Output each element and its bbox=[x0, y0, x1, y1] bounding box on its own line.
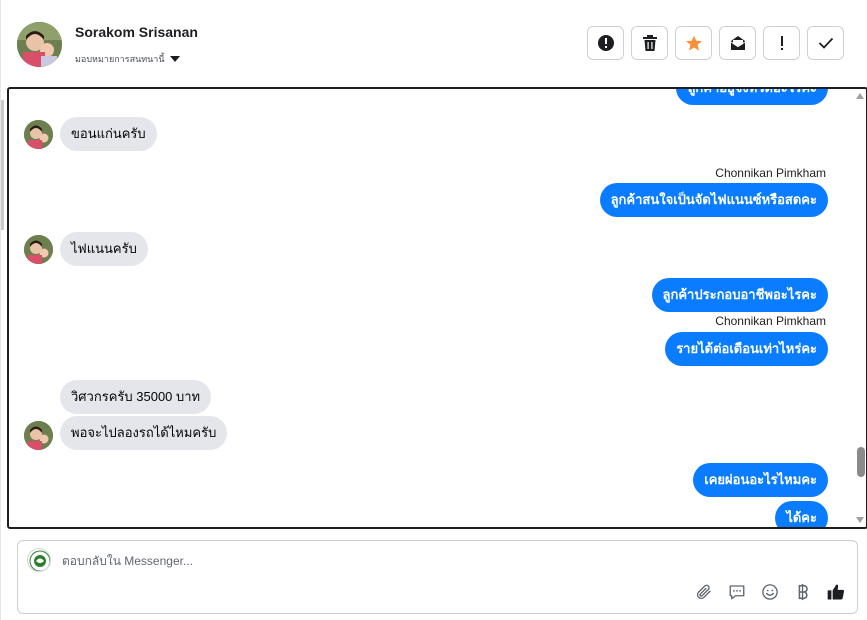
contact-name: Sorakom Srisanan bbox=[75, 24, 198, 40]
assign-label: มอบหมายการสนทนานี้ bbox=[75, 54, 165, 64]
messenger-conversation-panel: Sorakom Srisanan มอบหมายการสนทนานี้ ลูกค… bbox=[0, 0, 867, 620]
report-button[interactable] bbox=[587, 26, 624, 60]
emoji-icon bbox=[761, 583, 778, 600]
outgoing-message[interactable]: ลูกค้าประกอบอาชีพอะไรคะ bbox=[651, 278, 828, 312]
page-logo bbox=[27, 548, 51, 572]
mark-done-button[interactable] bbox=[807, 26, 844, 60]
contact-avatar-small bbox=[24, 421, 53, 450]
envelope-open-icon bbox=[730, 36, 745, 50]
outgoing-message[interactable]: ลูกค้าสนใจเป็นจัดไฟแนนซ์หรือสดคะ bbox=[599, 183, 828, 217]
outgoing-message[interactable]: รายได้ต่อเดือนเท่าไหร่คะ bbox=[665, 332, 828, 366]
payment-button[interactable] bbox=[791, 580, 814, 603]
conversation-toolbar bbox=[587, 26, 844, 60]
attach-button[interactable] bbox=[692, 580, 715, 603]
outgoing-message[interactable]: ได้คะ bbox=[775, 501, 828, 527]
sender-name: Chonnikan Pimkham bbox=[715, 166, 826, 180]
incoming-message[interactable]: ขอนแก่นครับ bbox=[60, 117, 157, 151]
spam-button[interactable] bbox=[763, 26, 800, 60]
contact-avatar-small bbox=[24, 120, 53, 149]
star-icon bbox=[685, 35, 702, 51]
caret-down-icon bbox=[169, 56, 180, 62]
exclamation-circle-icon bbox=[597, 35, 614, 51]
reply-composer bbox=[17, 540, 858, 614]
trash-icon bbox=[642, 35, 657, 51]
outgoing-message[interactable]: เคยผ่อนอะไรไหมคะ bbox=[693, 463, 828, 497]
delete-button[interactable] bbox=[631, 26, 668, 60]
chat-bubble-icon bbox=[729, 584, 744, 599]
conversation-header: Sorakom Srisanan มอบหมายการสนทนานี้ bbox=[1, 0, 867, 86]
scrollbar-thumb[interactable] bbox=[857, 447, 865, 477]
incoming-message[interactable]: วิศวกรครับ 35000 บาท bbox=[60, 380, 212, 414]
paperclip-icon bbox=[696, 584, 711, 599]
incoming-message[interactable]: ไฟแนนครับ bbox=[60, 232, 148, 266]
saved-replies-button[interactable] bbox=[725, 580, 748, 603]
contact-avatar[interactable] bbox=[17, 22, 62, 67]
exclamation-icon bbox=[780, 36, 783, 50]
message-thread[interactable]: ลูกค้าอยู่จังหวัดอะไรคะ ขอนแก่นครับ Chon… bbox=[7, 87, 867, 529]
scroll-up-arrow-icon[interactable] bbox=[856, 93, 864, 99]
left-scrollbar[interactable] bbox=[1, 100, 4, 230]
message-input[interactable] bbox=[62, 554, 662, 568]
sender-name: Chonnikan Pimkham bbox=[715, 314, 826, 328]
contact-avatar-small bbox=[24, 235, 53, 264]
star-button[interactable] bbox=[675, 26, 712, 60]
mark-unread-button[interactable] bbox=[719, 26, 756, 60]
check-icon bbox=[818, 37, 833, 49]
like-button[interactable] bbox=[824, 580, 847, 603]
emoji-button[interactable] bbox=[758, 580, 781, 603]
scroll-down-arrow-icon[interactable] bbox=[856, 517, 864, 523]
composer-actions bbox=[692, 580, 847, 603]
assign-conversation-dropdown[interactable]: มอบหมายการสนทนานี้ bbox=[75, 52, 180, 66]
incoming-message[interactable]: พอจะไปลองรถได้ไหมครับ bbox=[60, 416, 228, 450]
baht-icon bbox=[798, 583, 808, 600]
outgoing-message[interactable]: ลูกค้าอยู่จังหวัดอะไรคะ bbox=[676, 89, 828, 105]
thumbs-up-icon bbox=[827, 584, 844, 599]
